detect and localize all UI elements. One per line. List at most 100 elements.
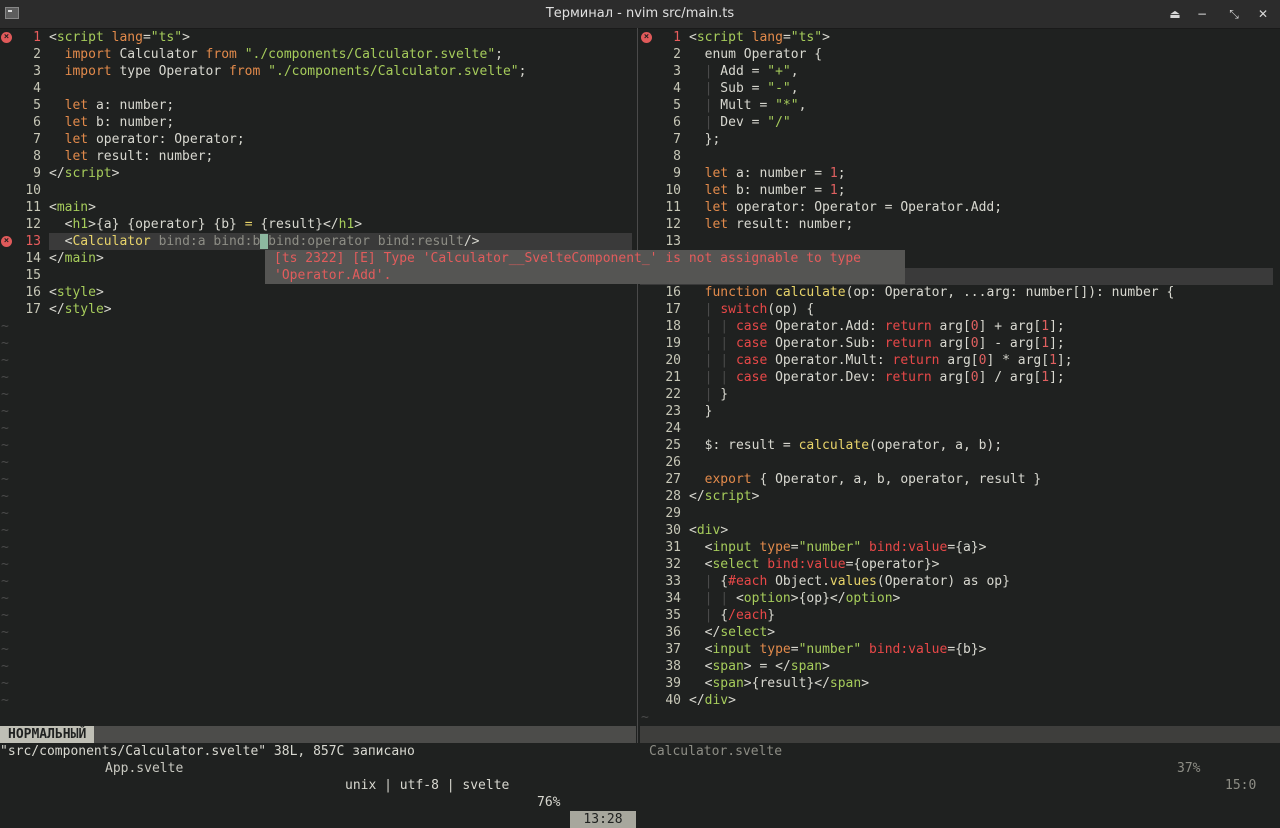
code-line[interactable]: 40 </div>: [640, 692, 1280, 709]
code-text: function calculate(op: Operator, ...arg:…: [704, 285, 1175, 300]
line-number: 13: [665, 234, 681, 249]
code-line[interactable]: 34 | | <option>{op}</option>: [640, 590, 1280, 607]
line-number: 24: [665, 421, 681, 436]
code-line[interactable]: 13: [640, 233, 1280, 250]
code-line[interactable]: 31 <input type="number" bind:value={a}>: [640, 539, 1280, 556]
maximize-icon[interactable]: ⤡: [1224, 4, 1244, 24]
code-line[interactable]: × 13 <Calculator bind:a bind:b bind:opera…: [0, 233, 636, 250]
line-number: 27: [665, 472, 681, 487]
code-line[interactable]: 30 <div>: [640, 522, 1280, 539]
code-line[interactable]: 7 let operator: Operator;: [0, 131, 636, 148]
code-text: </main>: [49, 251, 104, 266]
code-line[interactable]: 8: [640, 148, 1280, 165]
code-line[interactable]: 6 let b: number;: [0, 114, 636, 131]
code-line[interactable]: 23 }: [640, 403, 1280, 420]
code-line[interactable]: 7 };: [640, 131, 1280, 148]
error-sign-icon: ×: [640, 29, 654, 46]
line-number: 21: [665, 370, 681, 385]
code-line[interactable]: 21 | | case Operator.Dev: return arg[0] …: [640, 369, 1280, 386]
code-line[interactable]: 8 let result: number;: [0, 148, 636, 165]
line-number: 8: [33, 149, 41, 164]
code-line[interactable]: 11 let operator: Operator = Operator.Add…: [640, 199, 1280, 216]
code-line[interactable]: 36 </select>: [640, 624, 1280, 641]
code-line[interactable]: 19 | | case Operator.Sub: return arg[0] …: [640, 335, 1280, 352]
code-line[interactable]: 28 </script>: [640, 488, 1280, 505]
code-line[interactable]: 17 </style>: [0, 301, 636, 318]
empty-line-tilde: ~: [1, 370, 9, 385]
close-icon[interactable]: ✕: [1253, 4, 1273, 24]
code-line[interactable]: 4 | Sub = "-",: [640, 80, 1280, 97]
code-line[interactable]: 38 <span> = </span>: [640, 658, 1280, 675]
code-line[interactable]: 25 $: result = calculate(operator, a, b)…: [640, 437, 1280, 454]
code-line[interactable]: 16 <style>: [0, 284, 636, 301]
code-line[interactable]: 18 | | case Operator.Add: return arg[0] …: [640, 318, 1280, 335]
code-line[interactable]: 26: [640, 454, 1280, 471]
code-line[interactable]: 6 | Dev = "/": [640, 114, 1280, 131]
diagnostic-line: 'Operator.Add'.: [274, 268, 392, 283]
code-line[interactable]: 27 export { Operator, a, b, operator, re…: [640, 471, 1280, 488]
code-line[interactable]: 35 | {/each}: [640, 607, 1280, 624]
line-number: 1: [33, 30, 41, 45]
code-line[interactable]: 3 import type Operator from "./component…: [0, 63, 636, 80]
code-line[interactable]: 24: [640, 420, 1280, 437]
code-line[interactable]: × 1 <script lang="ts">: [0, 29, 636, 46]
code-line[interactable]: 9 let a: number = 1;: [640, 165, 1280, 182]
code-line[interactable]: 12 <h1>{a} {operator} {b} = {result}</h1…: [0, 216, 636, 233]
code-line[interactable]: 5 | Mult = "*",: [640, 97, 1280, 114]
empty-line-tilde: ~: [1, 506, 9, 521]
empty-line-tilde: ~: [1, 693, 9, 708]
line-number: 39: [665, 676, 681, 691]
code-line[interactable]: 33 | {#each Object.values(Operator) as o…: [640, 573, 1280, 590]
empty-line-tilde: ~: [1, 353, 9, 368]
window-split-divider[interactable]: [637, 28, 638, 743]
code-line[interactable]: 10: [0, 182, 636, 199]
keep-above-icon[interactable]: ⏏: [1165, 4, 1185, 24]
window-titlebar: Терминал - nvim src/main.ts ⏏ − ⤡ ✕: [0, 0, 1280, 29]
code-text: </script>: [689, 489, 760, 504]
code-line[interactable]: 32 <select bind:value={operator}>: [640, 556, 1280, 573]
line-number: 29: [665, 506, 681, 521]
code-text: };: [689, 132, 721, 147]
code-text: | Sub = "-",: [704, 81, 799, 96]
code-line[interactable]: 12 let result: number;: [640, 216, 1280, 233]
code-line[interactable]: 3 | Add = "+",: [640, 63, 1280, 80]
line-number: 18: [665, 319, 681, 334]
status-percent: 76%: [537, 795, 561, 810]
code-text: <Calculator bind:a bind:b bind:operator …: [49, 234, 480, 249]
code-text: <h1>{a} {operator} {b} = {result}</h1>: [49, 217, 363, 232]
editor-pane-left[interactable]: × 1 <script lang="ts"> 2 import Calculator …: [0, 28, 636, 726]
statusline-left: НОРМАЛЬНЫЙ App.svelte unix | utf-8 | sve…: [0, 726, 636, 828]
code-line[interactable]: 2 import Calculator from "./components/C…: [0, 46, 636, 63]
line-number: 15: [25, 268, 41, 283]
code-text: </style>: [49, 302, 112, 317]
code-line[interactable]: 16 function calculate(op: Operator, ...a…: [640, 284, 1280, 301]
code-line[interactable]: 29: [640, 505, 1280, 522]
minimize-icon[interactable]: −: [1192, 4, 1212, 24]
code-line[interactable]: 11 <main>: [0, 199, 636, 216]
code-text: enum Operator {: [689, 47, 823, 62]
empty-line-tilde: ~: [1, 421, 9, 436]
code-line[interactable]: 39 <span>{result}</span>: [640, 675, 1280, 692]
code-text: }: [689, 404, 713, 419]
code-line[interactable]: 37 <input type="number" bind:value={b}>: [640, 641, 1280, 658]
code-line[interactable]: 2 enum Operator {: [640, 46, 1280, 63]
code-line[interactable]: × 1 <script lang="ts">: [640, 29, 1280, 46]
code-text: <span> = </span>: [689, 659, 830, 674]
empty-line-tilde: ~: [1, 591, 9, 606]
empty-line-tilde: ~: [1, 455, 9, 470]
code-line[interactable]: 17 | switch(op) {: [640, 301, 1280, 318]
editor-pane-right[interactable]: × 1 <script lang="ts"> 2 enum Operator {3 |…: [640, 28, 1280, 726]
code-line[interactable]: 22 | }: [640, 386, 1280, 403]
empty-line-tilde: ~: [1, 387, 9, 402]
code-line[interactable]: 5 let a: number;: [0, 97, 636, 114]
code-text: </script>: [49, 166, 120, 181]
empty-line-tilde: ~: [1, 489, 9, 504]
code-line[interactable]: 9 </script>: [0, 165, 636, 182]
code-text: let a: number;: [64, 98, 175, 113]
line-number: 10: [25, 183, 41, 198]
line-number: 19: [665, 336, 681, 351]
code-line[interactable]: 10 let b: number = 1;: [640, 182, 1280, 199]
empty-line-tilde: ~: [1, 438, 9, 453]
code-line[interactable]: 4: [0, 80, 636, 97]
code-line[interactable]: 20 | | case Operator.Mult: return arg[0]…: [640, 352, 1280, 369]
